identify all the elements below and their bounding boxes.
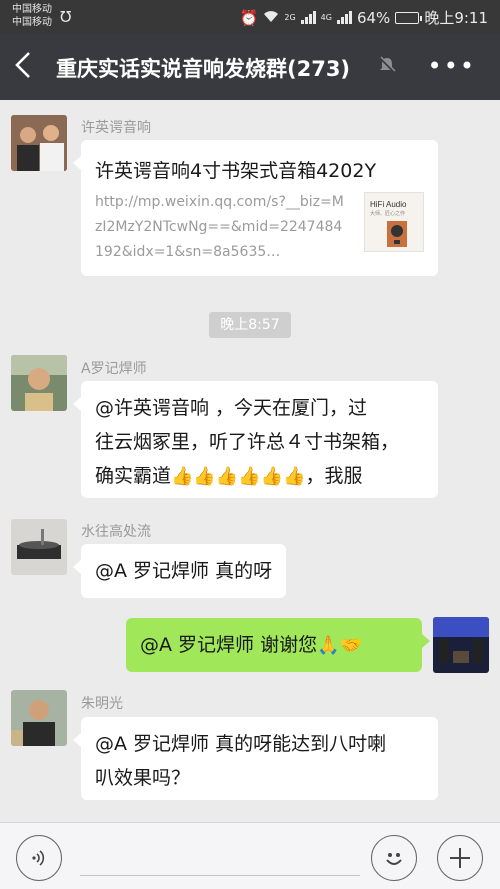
sender-name: 许英谔音响 bbox=[81, 120, 151, 136]
carrier-2: 中国移动 bbox=[12, 17, 52, 28]
message-line: @许英谔音响 ，今天在厦门，过 bbox=[95, 397, 368, 419]
thumb-text-2: 大师、匠心之作 bbox=[370, 210, 405, 217]
emoji-smile-icon[interactable] bbox=[371, 835, 417, 881]
alarm-icon: ⏰ bbox=[239, 8, 259, 27]
back-chevron-icon[interactable] bbox=[14, 51, 32, 85]
sender-name: 朱明光 bbox=[81, 696, 123, 712]
text-message[interactable]: @A 罗记焊师 真的呀能达到八吋喇 叭效果吗？ bbox=[73, 717, 438, 800]
carrier-info: 中国移动 中国移动 bbox=[12, 3, 52, 29]
text-message[interactable]: @许英谔音响 ，今天在厦门，过 往云烟冢里，听了许总４寸书架箱， 确实霸道👍👍👍… bbox=[73, 381, 438, 498]
link-card-title: 许英谔音响4寸书架式音箱4202Y bbox=[95, 160, 377, 182]
thumbs-up-icon: 👍👍👍👍👍👍 bbox=[171, 466, 306, 487]
message-line: @A 罗记焊师 真的呀能达到八吋喇 bbox=[95, 733, 387, 755]
net-tag-1: 2G bbox=[284, 13, 296, 22]
app-notification-icon: Ʊ bbox=[60, 8, 72, 26]
message-text: ，我服 bbox=[305, 465, 363, 487]
signal-icon-1 bbox=[300, 11, 316, 24]
status-bar: 中国移动 中国移动 Ʊ ⏰ 2G 4G 64% 晚上9:11 bbox=[0, 0, 500, 34]
message-line: 确实霸道👍👍👍👍👍👍，我服 bbox=[95, 459, 424, 493]
message-text: 确实霸道 bbox=[95, 465, 172, 487]
thumb-text-1: HiFi Audio bbox=[370, 200, 407, 209]
more-dots-icon[interactable]: ••• bbox=[428, 52, 476, 80]
chat-title: 重庆实话实说音响发烧群(273) bbox=[56, 57, 351, 81]
avatar-self[interactable] bbox=[433, 617, 489, 673]
voice-icon[interactable] bbox=[16, 835, 62, 881]
message-timestamp: 晚上8:57 bbox=[209, 312, 291, 338]
message-text: @A 罗记焊师 真的呀 bbox=[95, 560, 273, 582]
link-card-thumbnail: HiFi Audio 大师、匠心之作 bbox=[364, 192, 424, 252]
battery-icon bbox=[395, 11, 423, 24]
message-input[interactable] bbox=[80, 875, 360, 876]
text-message[interactable]: @A 罗记焊师 真的呀 bbox=[72, 544, 287, 598]
message-text: @A 罗记焊师 谢谢您 bbox=[140, 634, 318, 656]
sender-name: A罗记焊师 bbox=[81, 361, 147, 377]
avatar-luoji[interactable] bbox=[11, 355, 67, 411]
plus-icon[interactable] bbox=[437, 835, 483, 881]
handshake-icon: 🙏🤝 bbox=[317, 635, 362, 656]
self-text-message[interactable]: @A 罗记焊师 谢谢您🙏🤝 bbox=[126, 618, 430, 672]
status-icons: ⏰ 2G 4G 64% 晚上9:11 bbox=[240, 7, 488, 28]
bell-mute-icon bbox=[378, 56, 396, 79]
message-line: 叭效果吗？ bbox=[95, 767, 191, 789]
battery-percent: 64% bbox=[356, 8, 391, 27]
carrier-1: 中国移动 bbox=[12, 4, 52, 15]
avatar-xuyinge[interactable] bbox=[11, 115, 67, 171]
chat-header: 重庆实话实说音响发烧群(273) ••• bbox=[0, 34, 500, 100]
message-line: 往云烟冢里，听了许总４寸书架箱， bbox=[95, 431, 400, 453]
link-card-url: http://mp.weixin.qq.com/s?__biz=MzI2MzY2… bbox=[95, 194, 344, 260]
link-card-message[interactable]: 许英谔音响4寸书架式音箱4202Y http://mp.weixin.qq.co… bbox=[73, 140, 438, 276]
avatar-shuiwang[interactable] bbox=[11, 519, 67, 575]
net-tag-2: 4G bbox=[320, 13, 332, 22]
avatar-zhuminguang[interactable] bbox=[11, 690, 67, 746]
input-bar bbox=[0, 822, 500, 889]
signal-icon-2 bbox=[336, 11, 352, 24]
clock: 晚上9:11 bbox=[424, 9, 488, 27]
sender-name: 水往高处流 bbox=[81, 524, 151, 540]
wifi-icon bbox=[263, 9, 279, 27]
